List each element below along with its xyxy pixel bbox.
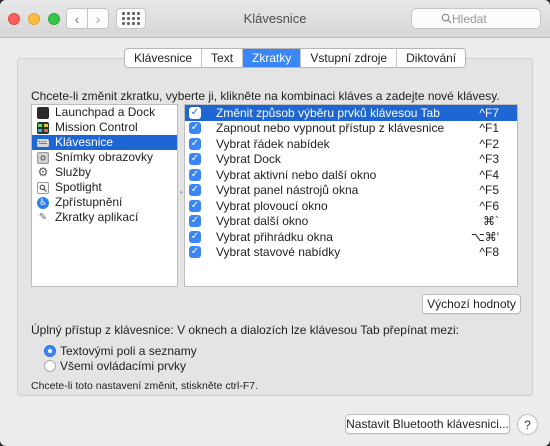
category-item-screenshots[interactable]: Snímky obrazovky	[32, 150, 177, 165]
shortcut-key[interactable]: ⌥⌘'	[471, 230, 499, 244]
tab-keyboard[interactable]: Klávesnice	[125, 49, 203, 67]
shortcut-list: ✓ Změnit způsob výběru prvků klávesou Ta…	[184, 104, 518, 287]
category-item-accessibility[interactable]: ♿ Zpřístupnění	[32, 195, 177, 210]
shortcut-key[interactable]: ^F7	[479, 106, 499, 120]
keyboard-preferences-window: ‹ › Klávesnice Hledat Klávesnice Text Zk…	[0, 0, 550, 446]
radio-label: Textovými poli a seznamy	[60, 344, 197, 358]
tab-bar: Klávesnice Text Zkratky Vstupní zdroje D…	[124, 48, 467, 68]
tab-text[interactable]: Text	[202, 49, 244, 67]
shortcut-label: Vybrat aktivní nebo další okno	[216, 167, 377, 182]
shortcut-key[interactable]: ^F4	[479, 168, 499, 182]
split-view-handle[interactable]: •	[180, 188, 183, 197]
screenshot-icon	[37, 151, 49, 164]
shortcut-label: Zapnout nebo vypnout přístup z klávesnic…	[216, 121, 445, 136]
shortcut-row[interactable]: ✓ Zapnout nebo vypnout přístup z klávesn…	[185, 121, 517, 137]
shortcut-key[interactable]: ^F5	[479, 183, 499, 197]
shortcut-checkbox[interactable]: ✓	[189, 215, 201, 227]
category-item-mission-control[interactable]: Mission Control	[32, 120, 177, 135]
category-item-services[interactable]: ⚙ Služby	[32, 165, 177, 180]
shortcut-checkbox[interactable]: ✓	[189, 137, 201, 150]
category-item-launchpad[interactable]: Launchpad a Dock	[32, 105, 177, 120]
radio-all-controls[interactable]: Všemi ovládacími prvky	[44, 359, 186, 373]
category-item-app-shortcuts[interactable]: ✎ Zkratky aplikací	[32, 210, 177, 225]
shortcut-row[interactable]: ✓ Vybrat další okno ⌘`	[185, 214, 517, 230]
category-list: Launchpad a Dock Mission Control Klávesn…	[31, 104, 178, 287]
shortcut-checkbox[interactable]: ✓	[189, 246, 201, 258]
category-item-keyboard[interactable]: Klávesnice	[32, 135, 177, 150]
accessibility-icon: ♿	[37, 196, 49, 209]
title-bar: ‹ › Klávesnice Hledat	[0, 0, 550, 38]
shortcut-label: Vybrat řádek nabídek	[216, 136, 330, 151]
shortcut-row[interactable]: ✓ Vybrat panel nástrojů okna ^F5	[185, 183, 517, 199]
shortcut-checkbox[interactable]: ✓	[189, 184, 201, 196]
shortcut-checkbox[interactable]: ✓	[189, 230, 201, 243]
radio-button-selected[interactable]	[44, 345, 56, 357]
category-label: Mission Control	[55, 120, 138, 134]
shortcut-row[interactable]: ✓ Změnit způsob výběru prvků klávesou Ta…	[185, 105, 517, 121]
shortcut-label: Vybrat stavové nabídky	[216, 245, 341, 260]
restore-defaults-button[interactable]: Výchozí hodnoty	[422, 294, 521, 314]
launchpad-icon	[37, 106, 49, 119]
spotlight-icon	[37, 181, 49, 194]
shortcut-label: Vybrat Dock	[216, 152, 281, 167]
tab-dictation[interactable]: Diktování	[397, 49, 465, 67]
search-icon	[441, 13, 452, 24]
app-shortcuts-icon: ✎	[38, 212, 48, 223]
shortcut-label: Vybrat další okno	[216, 214, 309, 229]
shortcut-label: Změnit způsob výběru prvků klávesou Tab	[216, 105, 440, 120]
shortcut-key[interactable]: ^F8	[479, 245, 499, 259]
shortcut-row[interactable]: ✓ Vybrat plovoucí okno ^F6	[185, 198, 517, 214]
search-placeholder: Hledat	[452, 11, 487, 26]
shortcut-row[interactable]: ✓ Vybrat Dock ^F3	[185, 152, 517, 168]
shortcut-key[interactable]: ^F6	[479, 199, 499, 213]
shortcut-key[interactable]: ^F2	[479, 137, 499, 151]
shortcut-label: Vybrat plovoucí okno	[216, 198, 328, 213]
radio-text-boxes-and-lists[interactable]: Textovými poli a seznamy	[44, 344, 197, 358]
radio-button[interactable]	[44, 360, 56, 372]
category-label: Spotlight	[55, 180, 102, 194]
services-gear-icon: ⚙	[37, 165, 49, 179]
category-label: Zkratky aplikací	[55, 210, 139, 224]
help-button[interactable]: ?	[517, 414, 538, 435]
shortcut-row[interactable]: ✓ Vybrat řádek nabídek ^F2	[185, 136, 517, 152]
shortcut-row[interactable]: ✓ Vybrat aktivní nebo další okno ^F4	[185, 167, 517, 183]
category-label: Služby	[55, 165, 92, 179]
shortcut-row[interactable]: ✓ Vybrat stavové nabídky ^F8	[185, 245, 517, 261]
keyboard-icon	[37, 138, 49, 147]
shortcut-checkbox[interactable]: ✓	[189, 122, 201, 134]
full-keyboard-access-label: Úplný přístup z klávesnice: V oknech a d…	[31, 323, 460, 337]
shortcut-label: Vybrat přihrádku okna	[216, 229, 333, 244]
shortcut-row[interactable]: ✓ Vybrat přihrádku okna ⌥⌘'	[185, 229, 517, 245]
shortcut-label: Vybrat panel nástrojů okna	[216, 183, 359, 198]
shortcut-key[interactable]: ⌘`	[483, 214, 499, 228]
radio-label: Všemi ovládacími prvky	[60, 359, 187, 373]
search-field[interactable]: Hledat	[411, 8, 541, 29]
mission-control-icon	[37, 121, 49, 134]
setup-bluetooth-keyboard-button[interactable]: Nastavit Bluetooth klávesnici...	[345, 414, 510, 434]
full-access-hint: Chcete-li toto nastavení změnit, stiskně…	[31, 380, 259, 392]
category-label: Launchpad a Dock	[55, 105, 156, 119]
tab-shortcuts[interactable]: Zkratky	[243, 49, 302, 67]
shortcut-key[interactable]: ^F1	[479, 121, 499, 135]
shortcut-checkbox[interactable]: ✓	[189, 106, 201, 119]
category-label: Klávesnice	[55, 135, 114, 149]
category-item-spotlight[interactable]: Spotlight	[32, 180, 177, 195]
category-label: Snímky obrazovky	[55, 150, 154, 164]
shortcut-checkbox[interactable]: ✓	[189, 153, 201, 165]
shortcut-checkbox[interactable]: ✓	[189, 168, 201, 181]
category-label: Zpřístupnění	[55, 195, 123, 209]
tab-input-sources[interactable]: Vstupní zdroje	[301, 49, 398, 67]
shortcut-key[interactable]: ^F3	[479, 152, 499, 166]
instructions-text: Chcete-li změnit zkratku, vyberte ji, kl…	[31, 89, 500, 103]
shortcut-checkbox[interactable]: ✓	[189, 199, 201, 212]
